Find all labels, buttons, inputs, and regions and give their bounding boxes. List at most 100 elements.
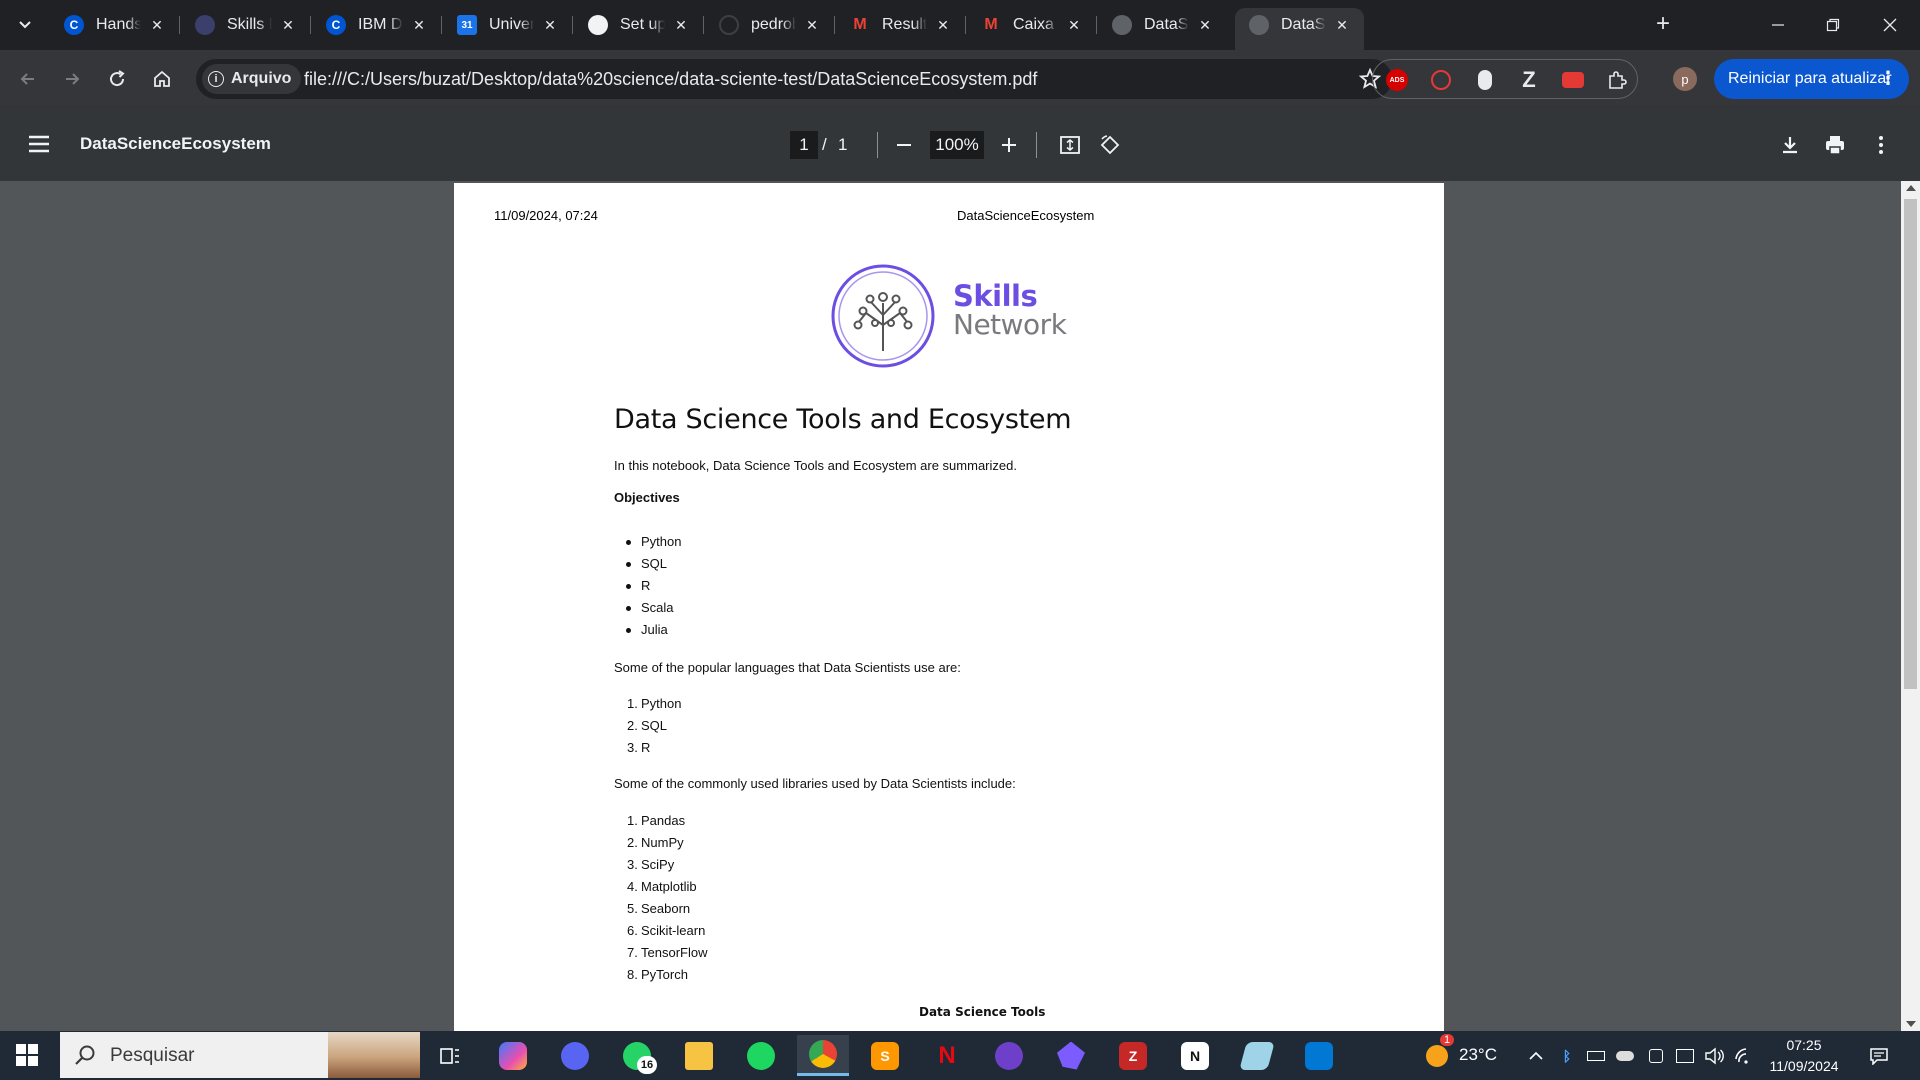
intro-text: In this notebook, Data Science Tools and…: [614, 458, 1017, 473]
plus-icon: [1002, 138, 1016, 152]
taskbar-trading-app[interactable]: N: [1169, 1035, 1221, 1076]
update-button-label: Reiniciar para atualizar: [1728, 70, 1892, 87]
browser-tab[interactable]: DataScienceEcosystem ✕: [1098, 8, 1227, 42]
weather-temperature[interactable]: 23°C: [1459, 1045, 1497, 1065]
forward-button[interactable]: [54, 61, 90, 97]
tab-close-icon[interactable]: ✕: [278, 15, 298, 35]
tab-close-icon[interactable]: ✕: [1064, 15, 1084, 35]
taskbar-whatsapp[interactable]: 16: [611, 1035, 663, 1076]
download-button[interactable]: [1775, 130, 1805, 160]
battery-app-icon[interactable]: [1586, 1046, 1606, 1066]
taskbar-winrar[interactable]: Z: [1107, 1035, 1159, 1076]
browser-tab[interactable]: Skills Network ✕: [181, 8, 311, 42]
profile-avatar[interactable]: p: [1673, 67, 1697, 91]
fit-page-button[interactable]: [1055, 130, 1085, 160]
tab-title: Universidade: [489, 16, 534, 33]
browser-tab[interactable]: M Caixa de entrada ✕: [967, 8, 1097, 42]
tab-search-button[interactable]: [8, 9, 42, 41]
print-button[interactable]: [1820, 130, 1850, 160]
skills-network-icon: [195, 15, 215, 35]
meet-now-icon[interactable]: [1646, 1046, 1666, 1066]
winrar-icon: Z: [1119, 1041, 1147, 1070]
taskbar-chrome[interactable]: [797, 1035, 849, 1076]
onedrive-icon[interactable]: [1615, 1046, 1635, 1066]
taskbar-spotify[interactable]: [735, 1035, 787, 1076]
z-extension-icon[interactable]: Z: [1517, 67, 1541, 92]
back-button[interactable]: [10, 61, 46, 97]
more-actions-button[interactable]: [1866, 130, 1896, 160]
tab-close-icon[interactable]: ✕: [671, 15, 691, 35]
url-text[interactable]: file:///C:/Users/buzat/Desktop/data%20sc…: [304, 59, 1037, 99]
new-tab-button[interactable]: +: [1650, 12, 1676, 38]
weather-icon[interactable]: [1424, 1043, 1450, 1069]
browser-tab[interactable]: M Resultados ✕: [836, 8, 966, 42]
scrollbar-thumb[interactable]: [1904, 199, 1917, 689]
tab-close-icon[interactable]: ✕: [540, 15, 560, 35]
zoom-in-button[interactable]: [994, 130, 1024, 160]
scroll-up-arrow-icon[interactable]: [1906, 185, 1916, 191]
taskbar-netflix[interactable]: N: [921, 1035, 973, 1076]
tab-close-icon[interactable]: ✕: [147, 15, 167, 35]
taskbar-search-box[interactable]: Pesquisar: [60, 1032, 420, 1078]
taskbar-vscode[interactable]: [1293, 1035, 1345, 1076]
print-icon: [1826, 136, 1844, 155]
notifications-icon[interactable]: [1869, 1046, 1889, 1066]
tab-close-icon[interactable]: ✕: [1195, 15, 1215, 35]
list-item-text: SciPy: [641, 857, 675, 872]
taskbar-clock[interactable]: 07:25 11/09/2024: [1756, 1035, 1852, 1077]
zoom-input[interactable]: 100%: [930, 131, 984, 159]
adblock-extension-icon[interactable]: ADS: [1385, 68, 1409, 92]
browser-tab[interactable]: pedrobuzat ✕: [705, 8, 835, 42]
zoom-out-button[interactable]: [889, 130, 919, 160]
video-extension-icon[interactable]: [1429, 68, 1453, 92]
minimize-button[interactable]: [1748, 0, 1808, 50]
taskbar-copilot[interactable]: [487, 1035, 539, 1076]
list-item: 5. Seaborn: [614, 898, 707, 920]
taskbar-file-explorer[interactable]: [673, 1035, 725, 1076]
browser-tab[interactable]: Set up Git ✕: [574, 8, 704, 42]
sidebar-menu-icon[interactable]: [26, 131, 52, 157]
tab-title: Hands-on Lab: [96, 16, 141, 33]
restore-icon: [1826, 18, 1840, 32]
viewer-scrollbar[interactable]: [1901, 181, 1920, 1031]
vscode-icon: [1305, 1041, 1333, 1070]
update-button[interactable]: Reiniciar para atualizar ⋮: [1714, 59, 1909, 99]
restore-button[interactable]: [1803, 0, 1863, 50]
home-button[interactable]: [144, 61, 180, 97]
pdf-viewport[interactable]: 11/09/2024, 07:24 DataScienceEcosystem S…: [0, 181, 1920, 1031]
youtube-extension-icon[interactable]: [1561, 68, 1585, 92]
tab-close-icon[interactable]: ✕: [1332, 15, 1352, 35]
fit-to-page-icon: [1060, 136, 1080, 154]
close-window-button[interactable]: [1860, 0, 1920, 50]
display-icon[interactable]: [1675, 1046, 1695, 1066]
tab-close-icon[interactable]: ✕: [933, 15, 953, 35]
bluetooth-icon[interactable]: ᛒ: [1557, 1046, 1577, 1066]
browser-tab[interactable]: C Hands-on Lab ✕: [50, 8, 180, 42]
reload-button[interactable]: [99, 61, 135, 97]
volume-icon[interactable]: [1704, 1046, 1724, 1066]
key-extension-icon[interactable]: [1473, 68, 1497, 92]
taskbar-discord[interactable]: [549, 1035, 601, 1076]
tab-close-icon[interactable]: ✕: [802, 15, 822, 35]
task-view-button[interactable]: [424, 1035, 476, 1076]
taskbar-github-desktop[interactable]: [983, 1035, 1035, 1076]
site-info-chip[interactable]: i Arquivo: [202, 64, 302, 94]
taskbar-sublime[interactable]: S: [859, 1035, 911, 1076]
page-number-input[interactable]: 1: [790, 131, 818, 159]
scroll-down-arrow-icon[interactable]: [1906, 1021, 1916, 1027]
wifi-icon[interactable]: [1734, 1046, 1754, 1066]
taskbar-eraser-app[interactable]: [1231, 1035, 1283, 1076]
tab-close-icon[interactable]: ✕: [409, 15, 429, 35]
browser-tab[interactable]: C IBM Data Science ✕: [312, 8, 442, 42]
windows-start-icon[interactable]: [16, 1044, 38, 1066]
puzzle-extensions-icon[interactable]: [1605, 68, 1629, 92]
address-bar[interactable]: i Arquivo file:///C:/Users/buzat/Desktop…: [196, 59, 1392, 99]
tab-separator: [441, 16, 442, 34]
page-separator: /: [822, 135, 827, 154]
browser-tab[interactable]: 31 Universidade ✕: [443, 8, 573, 42]
show-hidden-icons-chevron-icon[interactable]: [1526, 1046, 1546, 1066]
taskbar-obsidian[interactable]: [1045, 1035, 1097, 1076]
rotate-button[interactable]: [1095, 130, 1125, 160]
gmail-icon: M: [853, 16, 867, 33]
browser-tab[interactable]: DataScienceEcosystem ✕: [1235, 8, 1364, 50]
